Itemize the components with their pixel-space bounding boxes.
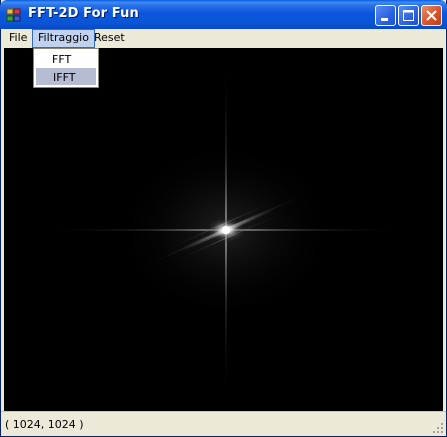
menu-file[interactable]: File (4, 29, 32, 48)
menu-item-ifft[interactable]: IFFT (36, 68, 96, 85)
main-window: FFT-2D For Fun File Filtraggio Reset FFT… (0, 0, 447, 437)
fft-image-display[interactable] (4, 48, 443, 411)
maximize-button[interactable] (398, 5, 419, 26)
app-icon[interactable] (6, 7, 22, 23)
minimize-button[interactable] (375, 5, 396, 26)
title-bar[interactable]: FFT-2D For Fun (0, 0, 447, 29)
menu-reset[interactable]: Reset (89, 29, 130, 48)
status-bar: ( 1024, 1024 ) (1, 411, 446, 436)
filtraggio-dropdown-menu: FFT IFFT (33, 48, 99, 88)
maximize-icon (403, 10, 414, 21)
window-title: FFT-2D For Fun (28, 6, 139, 21)
menu-bar: File Filtraggio Reset (1, 29, 446, 48)
close-button[interactable] (421, 5, 442, 26)
menu-filtraggio[interactable]: Filtraggio (32, 29, 95, 48)
minimize-icon (381, 18, 388, 21)
menu-item-fft[interactable]: FFT (36, 51, 96, 68)
status-image-size: ( 1024, 1024 ) (5, 418, 84, 431)
resize-grip-icon[interactable] (432, 422, 444, 434)
fft-spectrum-image (4, 48, 443, 411)
close-icon (426, 10, 437, 21)
